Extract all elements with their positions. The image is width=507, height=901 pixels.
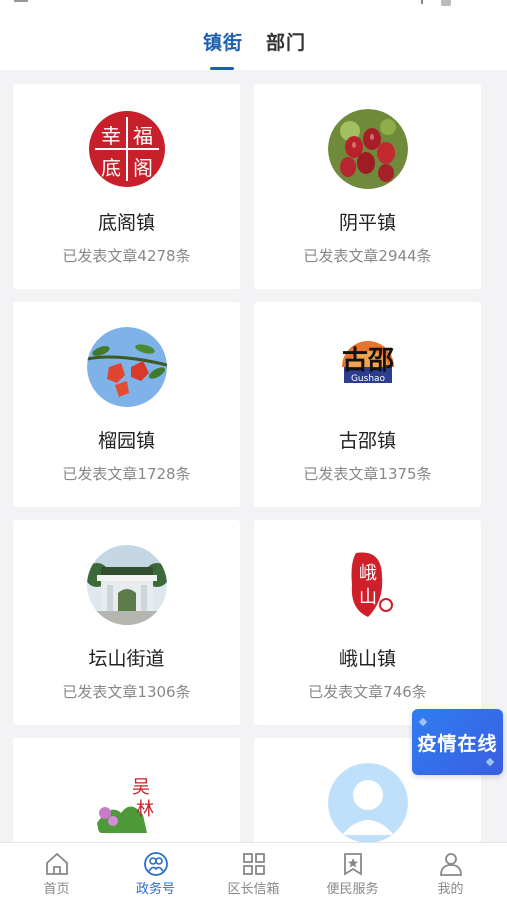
logo-char: 福: [133, 124, 153, 148]
org-logo: 幸 福 底 阁: [87, 109, 167, 189]
status-bar: [0, 0, 507, 10]
org-card-yinping[interactable]: 阴平镇 已发表文章2944条: [254, 84, 481, 289]
article-count: 已发表文章2944条: [303, 247, 432, 265]
nav-label: 区长信箱: [227, 882, 280, 897]
logo-char: 山: [359, 587, 377, 608]
org-name: 底阁镇: [97, 212, 155, 234]
article-count: 已发表文章1375条: [303, 465, 432, 483]
org-card-dige[interactable]: 幸 福 底 阁 底阁镇 已发表文章4278条: [13, 84, 240, 289]
nav-home[interactable]: 首页: [6, 843, 107, 901]
org-logo: [87, 545, 167, 625]
status-icon: [14, 0, 28, 2]
tab-towns[interactable]: 镇街: [203, 28, 243, 55]
logo-char: 吴: [132, 777, 150, 798]
org-name: 峨山镇: [338, 648, 396, 670]
org-logo: 吴 林: [87, 763, 167, 842]
nav-mailbox[interactable]: 区长信箱: [203, 843, 304, 901]
org-card-wulin[interactable]: 吴 林: [13, 738, 240, 842]
home-icon: [46, 852, 68, 875]
logo-char: 底: [101, 156, 121, 180]
epidemic-online-label: 疫情在线: [417, 732, 498, 755]
tab-departments[interactable]: 部门: [266, 28, 306, 55]
org-name: 坛山街道: [88, 648, 165, 670]
grid-icon: [243, 853, 265, 875]
logo-subtitle: Gushao: [351, 374, 386, 384]
article-count: 已发表文章1306条: [62, 683, 191, 701]
nav-label: 政务号: [135, 882, 175, 897]
nav-label: 我的: [437, 882, 464, 897]
article-count: 已发表文章1728条: [62, 465, 191, 483]
epidemic-online-button[interactable]: 疫情在线: [412, 709, 503, 775]
org-logo: [328, 109, 408, 189]
nav-mine[interactable]: 我的: [400, 843, 501, 901]
sparkle-icon: [418, 717, 428, 727]
logo-char: 幸: [101, 124, 121, 148]
status-icon: [415, 0, 423, 4]
logo-char: 峨: [359, 563, 377, 584]
government-icon: [144, 852, 168, 876]
org-card-tanshan[interactable]: 坛山街道 已发表文章1306条: [13, 520, 240, 725]
org-logo: 峨 山: [328, 545, 408, 625]
user-icon: [440, 853, 462, 876]
logo-char: 阁: [133, 156, 153, 180]
org-card-gushao[interactable]: 古邵 Gushao 古邵镇 已发表文章1375条: [254, 302, 481, 507]
top-tab-bar: 镇街 部门: [0, 10, 507, 70]
logo-char: 古邵: [342, 346, 394, 376]
org-name: 阴平镇: [338, 212, 396, 234]
nav-label: 便民服务: [326, 882, 379, 897]
org-name: 古邵镇: [338, 430, 396, 452]
bottom-nav: 首页 政务号 区长信箱 便民服务 我的: [0, 842, 507, 901]
sparkle-icon: [485, 757, 495, 767]
org-logo: 古邵 Gushao: [328, 327, 408, 407]
article-count: 已发表文章4278条: [62, 247, 191, 265]
nav-services[interactable]: 便民服务: [302, 843, 403, 901]
battery-icon: [441, 0, 451, 6]
default-avatar-icon: [328, 763, 408, 842]
org-card-eshan[interactable]: 峨 山 峨山镇 已发表文章746条: [254, 520, 481, 725]
nav-label: 首页: [43, 882, 70, 897]
bookmark-star-icon: [344, 853, 362, 876]
logo-char: 林: [136, 799, 154, 820]
nav-government[interactable]: 政务号: [105, 843, 206, 901]
org-name: 榴园镇: [97, 430, 155, 452]
org-card-liuyuan[interactable]: 榴园镇 已发表文章1728条: [13, 302, 240, 507]
article-count: 已发表文章746条: [308, 683, 427, 701]
org-logo: [87, 327, 167, 407]
